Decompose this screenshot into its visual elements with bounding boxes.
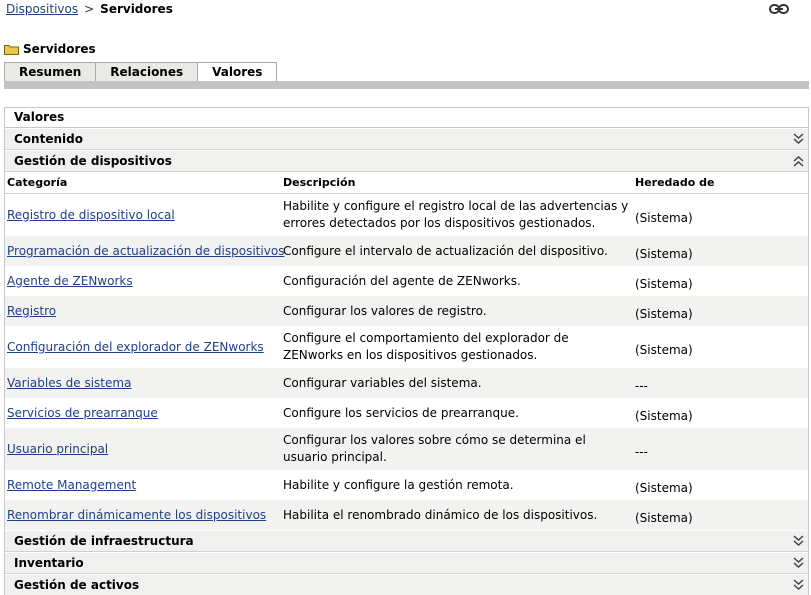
- row-description: Configure el intervalo de actualización …: [283, 243, 608, 258]
- breadcrumb-current: Servidores: [100, 2, 173, 16]
- section-gestion-infraestructura[interactable]: Gestión de infraestructura: [5, 530, 808, 552]
- category-link[interactable]: Variables de sistema: [7, 376, 131, 390]
- section-gestion-activos[interactable]: Gestión de activos: [5, 574, 808, 595]
- tab-resumen[interactable]: Resumen: [4, 62, 97, 81]
- row-inherited: (Sistema): [635, 409, 693, 423]
- table-row: Usuario principal Configurar los valores…: [5, 428, 808, 470]
- row-description: Habilita el renombrado dinámico de los d…: [283, 507, 598, 522]
- category-link[interactable]: Servicios de prearranque: [7, 406, 158, 420]
- double-chevron-up-icon[interactable]: [793, 155, 804, 167]
- row-description: Configurar variables del sistema.: [283, 375, 482, 390]
- row-inherited: (Sistema): [635, 307, 693, 321]
- section-contenido[interactable]: Contenido: [5, 128, 808, 150]
- row-inherited: ---: [635, 379, 648, 393]
- row-description: Configurar los valores de registro.: [283, 303, 487, 318]
- table-header: Categoría Descripción Heredado de: [5, 172, 808, 194]
- row-inherited: (Sistema): [635, 247, 693, 261]
- category-link[interactable]: Registro: [7, 304, 56, 318]
- row-description: Configuración del agente de ZENworks.: [283, 273, 521, 288]
- link-icon[interactable]: [769, 3, 789, 15]
- breadcrumb: Dispositivos > Servidores: [6, 2, 173, 18]
- category-link[interactable]: Programación de actualización de disposi…: [7, 244, 284, 258]
- settings-panel: Valores Contenido Gestión de dispositivo…: [4, 107, 809, 595]
- tab-bar-underline: [4, 81, 809, 89]
- category-link[interactable]: Agente de ZENworks: [7, 274, 133, 288]
- table-row: Configuración del explorador de ZENworks…: [5, 326, 808, 368]
- section-label: Gestión de dispositivos: [14, 154, 172, 168]
- row-inherited: (Sistema): [635, 343, 693, 357]
- row-inherited: (Sistema): [635, 211, 693, 225]
- breadcrumb-dispositivos-link[interactable]: Dispositivos: [6, 2, 78, 16]
- double-chevron-down-icon[interactable]: [793, 557, 804, 569]
- section-label: Inventario: [14, 556, 84, 570]
- table-row: Registro de dispositivo local Habilite y…: [5, 194, 808, 236]
- row-inherited: (Sistema): [635, 511, 693, 525]
- column-header-descripcion[interactable]: Descripción: [281, 172, 631, 193]
- row-description: Configurar los valores sobre cómo se det…: [283, 433, 586, 464]
- category-link[interactable]: Registro de dispositivo local: [7, 208, 175, 222]
- settings-table: Categoría Descripción Heredado de Regist…: [5, 172, 808, 530]
- section-inventario[interactable]: Inventario: [5, 552, 808, 574]
- category-link[interactable]: Usuario principal: [7, 442, 108, 456]
- section-gestion-dispositivos[interactable]: Gestión de dispositivos: [5, 150, 808, 172]
- table-row: Agente de ZENworks Configuración del age…: [5, 266, 808, 296]
- page-title-text: Servidores: [23, 42, 96, 56]
- category-link[interactable]: Remote Management: [7, 478, 136, 492]
- row-description: Habilite y configure la gestión remota.: [283, 477, 514, 492]
- table-row: Remote Management Habilite y configure l…: [5, 470, 808, 500]
- table-row: Registro Configurar los valores de regis…: [5, 296, 808, 326]
- breadcrumb-separator: >: [84, 2, 95, 16]
- row-description: Configure el comportamiento del explorad…: [283, 331, 569, 362]
- tab-bar: Resumen Relaciones Valores: [4, 62, 278, 82]
- category-link[interactable]: Renombrar dinámicamente los dispositivos: [7, 508, 266, 522]
- tab-relaciones[interactable]: Relaciones: [95, 62, 199, 81]
- row-description: Habilite y configure el registro local d…: [283, 199, 629, 230]
- table-row: Renombrar dinámicamente los dispositivos…: [5, 500, 808, 530]
- page-title: Servidores: [4, 42, 96, 56]
- column-header-heredado[interactable]: Heredado de: [631, 172, 808, 193]
- panel-title: Valores: [5, 108, 808, 128]
- section-label: Gestión de activos: [14, 578, 140, 592]
- row-inherited: (Sistema): [635, 277, 693, 291]
- table-row: Servicios de prearranque Configure los s…: [5, 398, 808, 428]
- folder-icon: [4, 44, 19, 55]
- double-chevron-down-icon[interactable]: [793, 133, 804, 145]
- column-header-categoria[interactable]: Categoría: [5, 172, 281, 193]
- section-label: Gestión de infraestructura: [14, 534, 194, 548]
- category-link[interactable]: Configuración del explorador de ZENworks: [7, 340, 264, 354]
- row-inherited: (Sistema): [635, 481, 693, 495]
- row-description: Configure los servicios de prearranque.: [283, 405, 519, 420]
- row-inherited: ---: [635, 445, 648, 459]
- table-row: Variables de sistema Configurar variable…: [5, 368, 808, 398]
- section-label: Contenido: [14, 132, 83, 146]
- double-chevron-down-icon[interactable]: [793, 535, 804, 547]
- double-chevron-down-icon[interactable]: [793, 579, 804, 591]
- table-row: Programación de actualización de disposi…: [5, 236, 808, 266]
- tab-valores[interactable]: Valores: [197, 62, 278, 82]
